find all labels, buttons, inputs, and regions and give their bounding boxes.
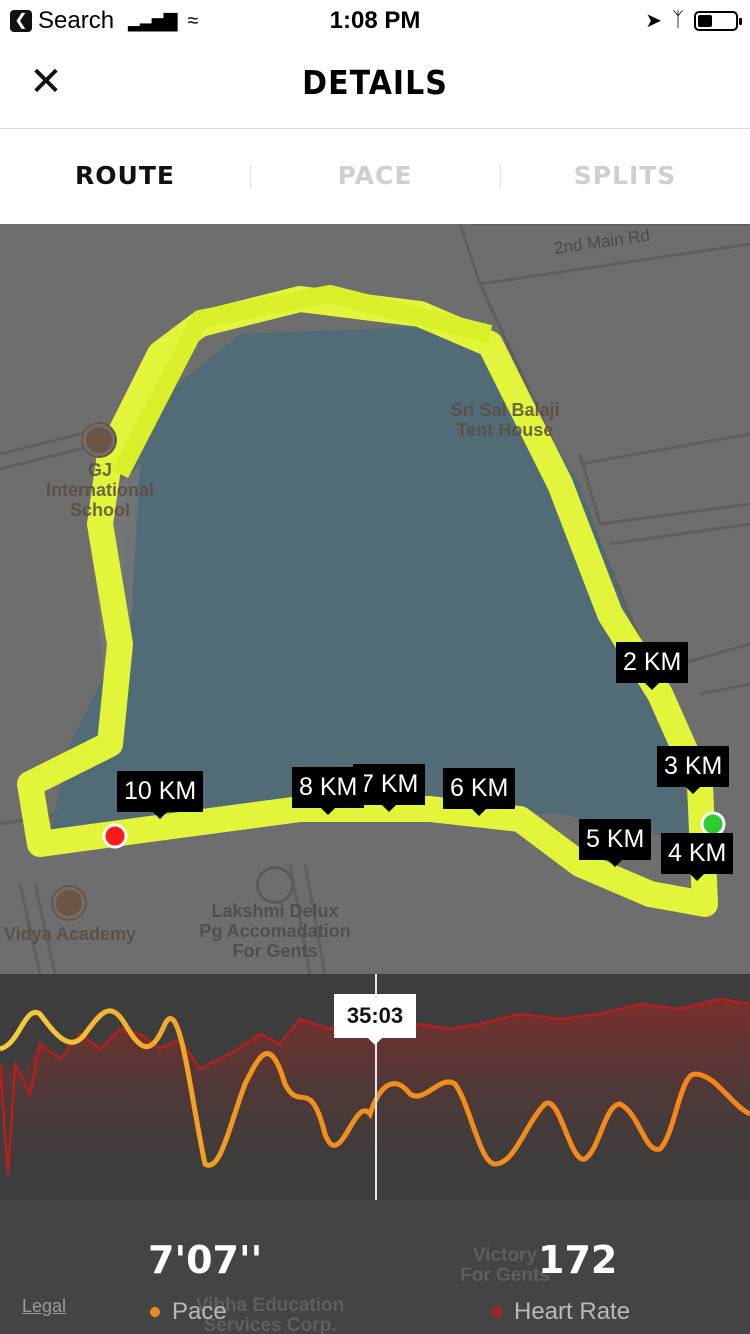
scrubber-time-label: 35:03 (334, 994, 416, 1045)
status-time: 1:08 PM (329, 7, 421, 34)
lodging-icon (259, 869, 291, 901)
map-canvas: 2nd Main Rd (0, 224, 750, 974)
stats-panel: Vibha Education Services Corp. Victory For… (0, 1200, 750, 1334)
heart-rate-label: Heart Rate (514, 1298, 631, 1325)
academy-icon (53, 887, 85, 919)
heart-rate-legend: Heart Rate (492, 1298, 630, 1326)
heart-rate-value: 172 (538, 1238, 618, 1282)
map-legal-link[interactable]: Legal (22, 1296, 66, 1317)
route-map[interactable]: 2nd Main Rd GJ International School Sri Sa… (0, 224, 750, 974)
km-marker-2[interactable]: 2 KM (616, 642, 689, 690)
km-marker-6[interactable]: 6 KM (443, 768, 516, 816)
km-marker-3[interactable]: 3 KM (657, 746, 730, 794)
status-bar: ❮ Search ▂▃▅▇ ≈ 1:08 PM ➤ ᛉ (0, 0, 750, 42)
school-icon (83, 424, 115, 456)
km-marker-4[interactable]: 4 KM (661, 833, 734, 881)
map-place-label: GJ International School (45, 460, 154, 520)
end-point-marker (102, 823, 128, 849)
nav-header: ✕ DETAILS (0, 42, 750, 129)
km-marker-8[interactable]: 8 KM (292, 767, 365, 815)
tab-route[interactable]: ROUTE (0, 161, 250, 190)
pace-heart-chart[interactable]: 35:03 (0, 974, 750, 1200)
pace-dot-icon (150, 1307, 160, 1317)
street-label: 2nd Main Rd (553, 226, 651, 258)
tab-pace[interactable]: PACE (250, 161, 500, 190)
status-right-icons: ➤ ᛉ (645, 8, 742, 33)
location-icon: ➤ (645, 10, 662, 32)
page-title: DETAILS (302, 64, 448, 103)
map-place-label: Vidya Academy (3, 924, 137, 944)
bluetooth-icon: ᛉ (672, 9, 684, 31)
tab-bar: ROUTE PACE SPLITS (0, 129, 750, 224)
heart-rate-dot-icon (492, 1307, 502, 1317)
battery-icon (694, 10, 742, 31)
pace-value: 7'07'' (148, 1238, 263, 1282)
km-marker-5[interactable]: 5 KM (579, 819, 652, 867)
pace-legend: Pace (150, 1298, 227, 1326)
km-marker-10[interactable]: 10 KM (117, 771, 204, 819)
map-place-label: Lakshmi Delux Pg Accomadation For Gents (199, 901, 351, 961)
map-place-label: Sri Sai Balaji Tent House (450, 400, 560, 440)
tab-splits[interactable]: SPLITS (500, 161, 750, 190)
start-point-marker (700, 811, 726, 837)
pace-label: Pace (172, 1298, 227, 1325)
